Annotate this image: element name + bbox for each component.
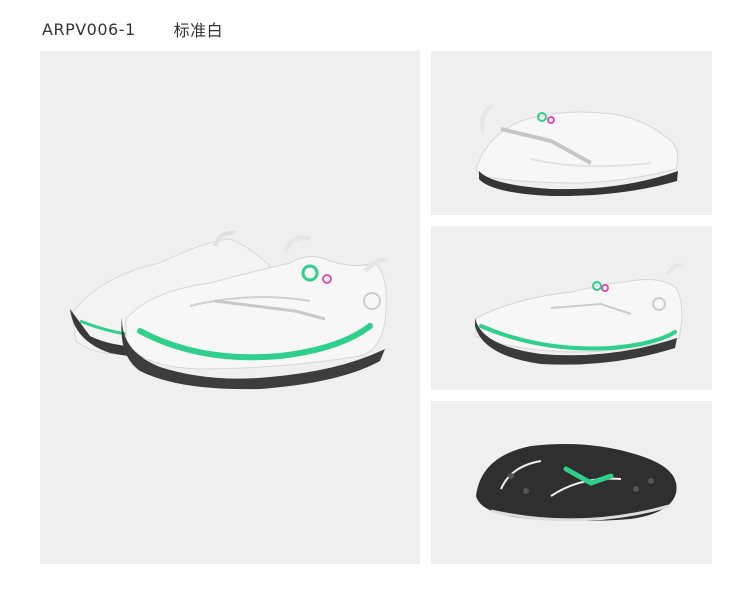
product-image-outsole[interactable] — [431, 401, 712, 564]
shoe-side-right-illustration — [475, 263, 684, 365]
product-image-main[interactable] — [40, 51, 420, 564]
shoe-outsole-illustration — [476, 443, 677, 522]
color-name: 标准白 — [173, 21, 224, 40]
product-image-side-2[interactable] — [431, 226, 712, 390]
shoe-side-left-illustration — [475, 104, 679, 197]
product-image-side-1[interactable] — [431, 51, 712, 215]
model-code: ARPV006-1 — [42, 19, 136, 39]
shoe-pair-illustration — [70, 230, 390, 390]
product-header: ARPV006-1 标准白 — [42, 17, 223, 41]
